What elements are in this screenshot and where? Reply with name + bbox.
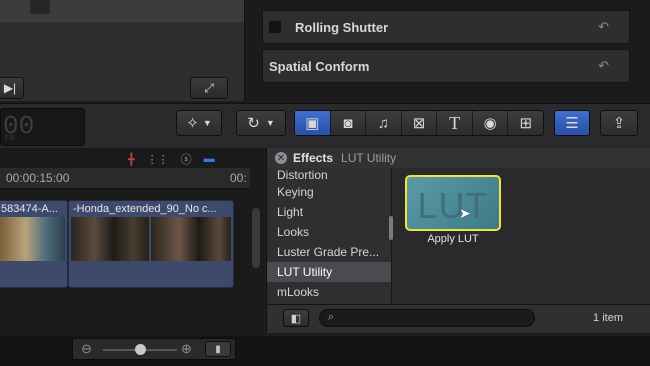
ruler-timecode: 00:00:15:00 [6,171,70,185]
rolling-shutter-checkbox[interactable] [269,21,281,33]
effects-footer: ◧ ⌕ 1 item [267,304,650,333]
effects-header: ✕ Effects LUT Utility [267,148,650,169]
snapping-icon[interactable]: ▬ [204,153,215,165]
bottom-bar: ⊖ ⊕ ▮ [0,336,650,366]
category-label: LUT Utility [277,265,333,279]
category-label: Light [277,205,304,219]
magic-wand-button[interactable]: ✧ ▼ [176,110,222,136]
timeline-clip[interactable]: -Honda_extended_90_No c... [68,200,234,288]
category-item-keying[interactable]: Keying [267,182,391,202]
zoom-control: ⊖ ⊕ ▮ [72,338,236,360]
share-button[interactable]: ⇪ [600,110,638,136]
category-label: Looks [277,225,310,239]
chevron-down-icon: ▼ [265,118,275,128]
fullscreen-icon: ⤢ [204,80,214,95]
timeline-scrollbar[interactable] [252,208,260,268]
effects-browser-button[interactable]: ☰ [554,110,590,136]
ruler-timecode: 00: [230,171,247,185]
timecode-unit-label: FR [5,134,15,143]
fullscreen-button[interactable]: ⤢ [190,77,228,99]
category-item-mlooks[interactable]: mLooks [267,282,391,302]
rolling-shutter-row[interactable]: Rolling Shutter ↶ [262,10,630,44]
item-count: 1 item [593,312,623,324]
magic-wand-icon: ✧ [186,115,199,132]
clip-frame [151,217,231,261]
clip-appearance-icon: ▮ [215,343,221,355]
zoom-in-icon[interactable]: ⊕ [181,341,192,357]
generators-browser-button[interactable]: ◉ [473,111,509,135]
reset-icon[interactable]: ↶ [598,58,609,74]
zoom-out-icon[interactable]: ⊖ [81,341,92,357]
inspector-panel: Rolling Shutter ↶ Spatial Conform ↶ [246,0,650,101]
clip-title: 583474-A... [1,203,58,215]
clip-thumbnails [71,217,231,261]
transition-icon: ⊠ [412,115,426,132]
timeline-controls: ╋ ⋮⋮ ⓢ ▬ [128,152,252,166]
effects-icon: ☰ [565,115,579,132]
camera-icon: ◙ [343,114,353,132]
skimming-icon[interactable]: ╋ [128,153,135,166]
music-browser-button[interactable]: ♫ [366,111,402,135]
audio-skimming-icon[interactable]: ⋮⋮ [147,153,169,166]
browser-icon: ▣ [305,115,320,132]
category-item-looks[interactable]: Looks [267,222,391,242]
viewer-panel: ▶︎| ⤢ [0,0,245,101]
clip-frame [0,217,65,261]
effects-category-breadcrumb: LUT Utility [341,151,397,165]
retime-button[interactable]: ↻ ▼ [236,110,286,136]
music-icon: ♫ [377,114,390,132]
search-icon: ⌕ [328,311,335,323]
play-to-end-icon: ▶︎| [3,81,17,95]
effects-search-field[interactable]: ⌕ [319,309,535,327]
browser-buttons-group: ▣ ◙ ♫ ⊠ T ◉ ⊞ [294,110,544,136]
retime-icon: ↻ [247,115,260,132]
theme-icon: ⊞ [519,115,533,132]
themes-browser-button[interactable]: ⊞ [508,111,543,135]
timeline-ruler[interactable]: 00:00:15:00 00: [0,168,250,189]
solo-icon[interactable]: ⓢ [181,151,192,167]
category-label: Distortion [277,168,328,182]
category-item-luster-grade[interactable]: Luster Grade Pre... [267,242,391,262]
clips-browser-button[interactable]: ▣ [295,111,331,135]
spatial-conform-row[interactable]: Spatial Conform ↶ [262,49,630,83]
category-item-distortion[interactable]: Distortion [267,168,391,182]
viewer-video-frame [0,0,244,22]
play-to-end-button[interactable]: ▶︎| [0,77,24,99]
category-label: mLooks [277,285,320,299]
category-label: Keying [277,185,314,199]
share-icon: ⇪ [612,115,626,132]
clip-appearance-button[interactable]: ▮ [205,341,231,357]
titles-browser-button[interactable]: T [437,111,473,135]
zoom-slider-thumb[interactable] [135,344,146,355]
timecode-display: 00 FR [0,108,85,146]
title-icon: T [449,112,461,133]
clip-frame [71,217,149,261]
effect-thumbnail-text: LUT [417,185,489,226]
category-item-lut-utility[interactable]: LUT Utility [267,262,391,282]
generator-icon: ◉ [483,115,497,132]
chevron-down-icon: ▼ [202,118,212,128]
clip-thumbnails [0,217,65,261]
effect-label: Apply LUT [427,233,479,245]
effects-browser: ✕ Effects LUT Utility Distortion Keying … [266,148,650,333]
category-item-light[interactable]: Light [267,202,391,222]
reset-icon[interactable]: ↶ [598,19,609,35]
cursor-icon: ➤ [459,205,471,221]
effects-title: Effects [293,151,334,165]
category-label: Luster Grade Pre... [277,245,380,259]
photos-browser-button[interactable]: ◙ [331,111,367,135]
rolling-shutter-label: Rolling Shutter [295,19,389,35]
close-icon[interactable]: ✕ [275,152,287,164]
effects-category-list: Distortion Keying Light Looks Luster Gra… [267,168,393,304]
transitions-browser-button[interactable]: ⊠ [402,111,438,135]
timeline-clip[interactable]: 583474-A... [0,200,68,288]
toggle-sidebar-button[interactable]: ◧ [283,309,309,327]
clip-title: -Honda_extended_90_No c... [73,203,217,215]
spatial-conform-label: Spatial Conform [269,58,370,74]
sidebar-icon: ◧ [290,312,302,325]
effect-thumbnail-apply-lut[interactable]: LUT ➤ [405,175,501,231]
